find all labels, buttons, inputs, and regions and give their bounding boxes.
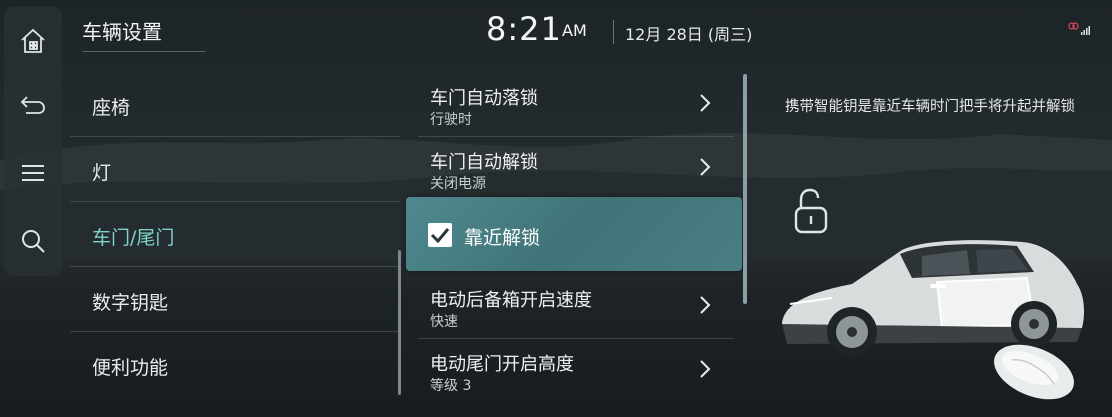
setting-description: 携带智能钥是靠近车辆时门把手将升起并解锁 [785, 99, 1075, 115]
checkmark-icon [430, 228, 450, 244]
category-item-label: 座椅 [92, 97, 131, 119]
category-item-doors-tailgate[interactable]: 车门/尾门 [70, 202, 400, 267]
home-icon[interactable] [10, 18, 56, 64]
chevron-right-icon [700, 158, 711, 176]
category-item-label: 灯 [92, 162, 112, 184]
category-item-seats[interactable]: 座椅 [70, 72, 400, 137]
title-underline [82, 51, 206, 52]
chevron-right-icon [700, 296, 711, 314]
setting-auto-unlock[interactable]: 车门自动解锁 关闭电源 [418, 136, 734, 200]
setting-value: 快速 [430, 314, 458, 330]
connectivity-signal-icon [1068, 22, 1090, 35]
search-icon[interactable] [10, 218, 56, 264]
setting-value: 等级 3 [430, 378, 472, 394]
category-item-label: 数字钥匙 [92, 292, 169, 314]
category-item-convenience[interactable]: 便利功能 [70, 332, 400, 396]
setting-label: 靠近解锁 [464, 227, 541, 249]
category-item-lights[interactable]: 灯 [70, 137, 400, 202]
setting-proximity-unlock[interactable]: 靠近解锁 [406, 197, 742, 271]
clock-date: 12月 28日 (周三) [625, 25, 753, 44]
nav-rail [4, 6, 62, 276]
proximity-unlock-checkbox[interactable] [428, 223, 452, 247]
setting-value: 行驶时 [430, 112, 472, 128]
clock-ampm: AM [562, 21, 587, 40]
setting-value: 关闭电源 [430, 176, 486, 192]
category-scrollbar[interactable] [398, 250, 401, 395]
category-item-label: 车门/尾门 [92, 227, 175, 249]
chevron-right-icon [700, 94, 711, 112]
car-illustration [782, 240, 1085, 400]
setting-auto-lock[interactable]: 车门自动落锁 行驶时 [418, 72, 734, 137]
setting-label: 车门自动解锁 [430, 152, 538, 173]
setting-tailgate-speed[interactable]: 电动后备箱开启速度 快速 [418, 274, 734, 339]
setting-label: 电动后备箱开启速度 [430, 290, 592, 311]
setting-label: 车门自动落锁 [430, 88, 538, 109]
chevron-right-icon [700, 360, 711, 378]
settings-scrollbar[interactable] [743, 74, 747, 304]
menu-icon[interactable] [10, 150, 56, 196]
header-divider [613, 20, 614, 44]
back-icon[interactable] [10, 82, 56, 128]
category-item-label: 便利功能 [92, 357, 169, 379]
setting-label: 电动尾门开启高度 [430, 354, 574, 375]
unlock-icon [794, 188, 828, 234]
setting-tailgate-height[interactable]: 电动尾门开启高度 等级 3 [418, 338, 734, 402]
clock-time: 8:21 [486, 10, 562, 48]
category-item-digital-key[interactable]: 数字钥匙 [70, 267, 400, 332]
page-title: 车辆设置 [82, 20, 162, 44]
